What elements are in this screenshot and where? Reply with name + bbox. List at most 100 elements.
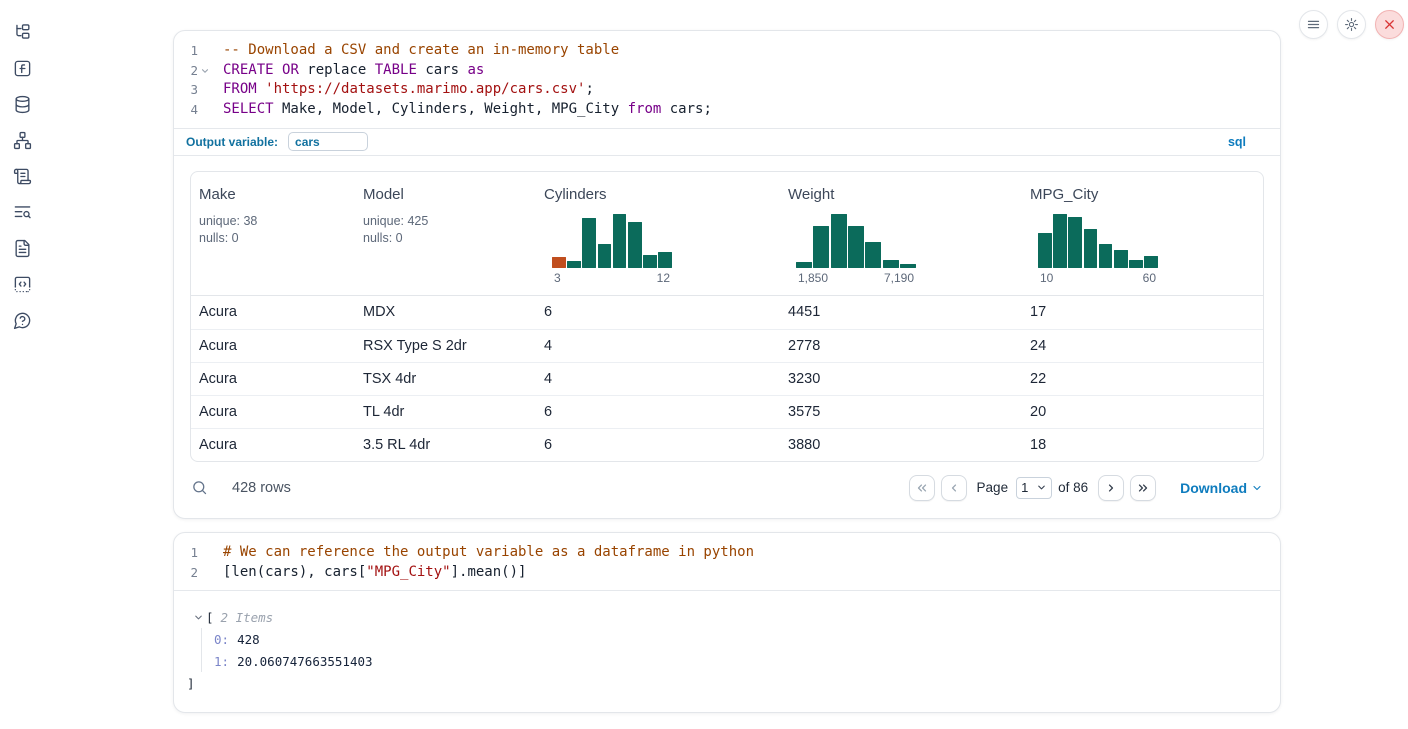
first-page-button[interactable] (909, 475, 935, 501)
column-histogram[interactable] (552, 214, 672, 268)
table-cell: 4 (536, 338, 780, 354)
dependency-graph-icon[interactable] (12, 130, 32, 150)
column-name: Model (363, 186, 532, 203)
histogram-bar (883, 260, 899, 268)
histogram-bar (1053, 214, 1067, 268)
sidebar (0, 0, 44, 729)
code-text: [len(cars), cars["MPG_City"].mean()] (214, 563, 526, 583)
column-header[interactable]: Model unique: 425nulls: 0 (355, 172, 536, 295)
code-token: ].mean()] (451, 564, 527, 580)
output-variable-input[interactable] (288, 132, 368, 151)
variables-icon[interactable] (12, 58, 32, 78)
table-cell: 20 (1022, 404, 1263, 420)
settings-button[interactable] (1337, 10, 1366, 39)
code-text: FROM 'https://datasets.marimo.app/cars.c… (214, 80, 594, 100)
gutter: 2 (184, 61, 214, 81)
axis-min-label: 3 (554, 271, 561, 285)
histogram-bar (865, 242, 881, 268)
code-token: as (467, 62, 484, 78)
stat-line: nulls: 0 (363, 230, 532, 247)
code-token: 'https://datasets.marimo.app/cars.csv' (265, 81, 585, 97)
histogram-bar (831, 214, 847, 268)
tree-entry: 1:20.060747663551403 (214, 650, 1264, 672)
file-tree-icon[interactable] (12, 22, 32, 42)
column-header[interactable]: Makeunique: 38nulls: 0 (191, 172, 355, 295)
fold-chevron-icon[interactable] (198, 66, 212, 76)
chevron-down-icon (1251, 482, 1263, 494)
shutdown-button[interactable] (1375, 10, 1404, 39)
table-cell: Acura (191, 371, 355, 387)
code-line: 2CREATE OR replace TABLE cars as (184, 61, 1270, 81)
output-variable-label: Output variable: (186, 135, 278, 149)
histogram-bar (813, 226, 829, 268)
table-cell: 3.5 RL 4dr (355, 437, 536, 453)
table-cell: MDX (355, 304, 536, 320)
table-row[interactable]: AcuraTSX 4dr4323022 (191, 362, 1263, 395)
menu-button[interactable] (1299, 10, 1328, 39)
chevrons-left-icon (915, 481, 929, 495)
column-header[interactable]: MPG_City1060 (1022, 172, 1263, 295)
help-icon[interactable] (12, 310, 32, 330)
histogram-axis: 1,8507,190 (796, 271, 916, 285)
column-histogram[interactable] (1038, 214, 1158, 268)
open-bracket: [ (206, 610, 214, 625)
histogram-bar (598, 244, 612, 268)
code-text: # We can reference the output variable a… (214, 543, 754, 563)
python-cell: 1 # We can reference the output variable … (173, 532, 1281, 713)
language-badge: sql (1228, 135, 1246, 149)
code-token: OR (282, 62, 299, 78)
last-page-button[interactable] (1130, 475, 1156, 501)
stat-line: unique: 425 (363, 213, 532, 230)
code-token: Make, Model, Cylinders, Weight, MPG_City (274, 101, 628, 117)
collapse-chevron-icon[interactable] (193, 612, 206, 623)
column-header[interactable]: Weight1,8507,190 (780, 172, 1022, 295)
code-token: CREATE (223, 62, 274, 78)
gutter: 4 (184, 100, 214, 120)
table-cell: Acura (191, 437, 355, 453)
table-cell: 3880 (780, 437, 1022, 453)
code-token: ; (585, 81, 593, 97)
scratchpad-icon[interactable] (12, 166, 32, 186)
python-code-editor[interactable]: 1 # We can reference the output variable … (174, 533, 1280, 590)
column-header[interactable]: Cylinders312 (536, 172, 780, 295)
snippets-icon[interactable] (12, 274, 32, 294)
histogram-axis: 312 (552, 271, 672, 285)
search-icon[interactable] (191, 479, 208, 496)
sql-code-editor[interactable]: 1-- Download a CSV and create an in-memo… (174, 31, 1280, 128)
code-text: -- Download a CSV and create an in-memor… (214, 41, 619, 61)
table-cell: 17 (1022, 304, 1263, 320)
axis-min-label: 1,850 (798, 271, 828, 285)
chevron-right-icon (1104, 481, 1118, 495)
tree-entry: 0:428 (214, 628, 1264, 650)
histogram-bar (1144, 256, 1158, 268)
table-cell: TSX 4dr (355, 371, 536, 387)
histogram-axis: 1060 (1038, 271, 1158, 285)
table-cell: 6 (536, 304, 780, 320)
line-number: 1 (184, 543, 198, 563)
table-row[interactable]: AcuraMDX6445117 (191, 296, 1263, 329)
table-row[interactable]: AcuraRSX Type S 2dr4277824 (191, 329, 1263, 362)
histogram-bar (900, 264, 916, 268)
column-histogram[interactable] (796, 214, 916, 268)
table-row[interactable]: AcuraTL 4dr6357520 (191, 395, 1263, 428)
previous-page-button[interactable] (941, 475, 967, 501)
table-row[interactable]: Acura3.5 RL 4dr6388018 (191, 428, 1263, 461)
line-number: 3 (184, 80, 198, 100)
table-cell: 22 (1022, 371, 1263, 387)
code-token: # We can reference the output variable a… (223, 544, 754, 560)
download-button[interactable]: Download (1180, 480, 1263, 496)
python-output: [ 2 Items 0:4281:20.060747663551403 ] (174, 590, 1280, 712)
page-select[interactable]: 1 (1016, 477, 1052, 499)
tree-entry-key: 1: (214, 654, 229, 669)
datasources-icon[interactable] (12, 94, 32, 114)
documentation-icon[interactable] (12, 238, 32, 258)
table-cell: 4451 (780, 304, 1022, 320)
code-token: cars; (661, 101, 712, 117)
next-page-button[interactable] (1098, 475, 1124, 501)
table-cell: 2778 (780, 338, 1022, 354)
table-cell: 6 (536, 404, 780, 420)
outline-search-icon[interactable] (12, 202, 32, 222)
code-text: CREATE OR replace TABLE cars as (214, 61, 484, 81)
table-cell: Acura (191, 304, 355, 320)
chevron-left-icon (947, 481, 961, 495)
